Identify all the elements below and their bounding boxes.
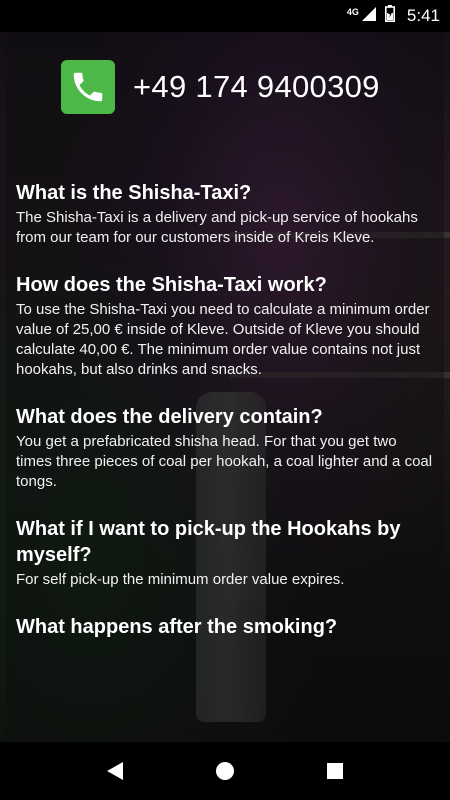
contact-row[interactable]: +49 174 9400309: [61, 59, 380, 115]
faq-question: What does the delivery contain?: [16, 406, 323, 428]
back-icon[interactable]: [95, 751, 135, 791]
faq-question: What if I want to pick-up the Hookahs by…: [16, 518, 401, 566]
phone-number-link[interactable]: +49 174 9400309: [133, 69, 380, 105]
faq-item: What does the delivery contain? You get …: [16, 404, 434, 492]
faq-question: What is the Shisha-Taxi?: [16, 182, 252, 204]
faq-answer: The Shisha-Taxi is a delivery and pick-u…: [16, 209, 418, 246]
faq-answer: You get a prefabricated shisha head. For…: [16, 433, 433, 490]
network-type: 4G: [346, 6, 359, 17]
clock: 5:41: [406, 6, 440, 25]
faq-item: How does the Shisha-Taxi work? To use th…: [16, 272, 434, 380]
faq-item: What is the Shisha-Taxi? The Shisha-Taxi…: [16, 180, 434, 248]
faq-question: How does the Shisha-Taxi work?: [16, 274, 327, 296]
navigation-bar: [0, 742, 450, 800]
phone-icon[interactable]: [61, 60, 115, 114]
faq-item: What happens after the smoking?: [16, 614, 434, 640]
status-bar: 4G 5:41: [0, 0, 450, 32]
info-card: +49 174 9400309 What is the Shisha-Taxi?…: [6, 32, 444, 742]
recents-icon[interactable]: [315, 751, 355, 791]
battery-icon: [384, 5, 395, 27]
faq-answer: To use the Shisha-Taxi you need to calcu…: [16, 301, 430, 378]
faq-question: What happens after the smoking?: [16, 616, 338, 638]
faq-answer: For self pick-up the minimum order value…: [16, 571, 345, 588]
faq-list: What is the Shisha-Taxi? The Shisha-Taxi…: [16, 180, 434, 664]
home-icon[interactable]: [205, 751, 245, 791]
signal-icon: [361, 6, 377, 27]
faq-item: What if I want to pick-up the Hookahs by…: [16, 516, 434, 590]
